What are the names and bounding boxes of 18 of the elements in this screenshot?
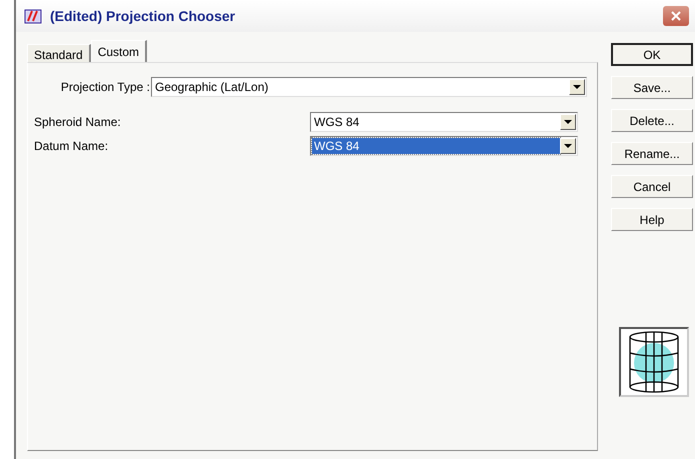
dropdown-field[interactable]: Geographic (Lat/Lon)	[151, 77, 587, 97]
app-icon	[24, 8, 42, 24]
window-title: (Edited) Projection Chooser	[50, 8, 236, 24]
field-label: Datum Name:	[34, 139, 110, 153]
dropdown-field[interactable]: WGS 84	[310, 136, 578, 156]
dialog-button[interactable]: Help	[611, 208, 693, 231]
field-label: Projection Type :	[60, 80, 150, 94]
tab[interactable]: Standard	[27, 44, 91, 62]
close-icon[interactable]	[663, 6, 689, 26]
dialog-button[interactable]: OK	[611, 43, 693, 66]
field-label: Spheroid Name:	[34, 115, 122, 129]
dropdown-field[interactable]: WGS 84	[310, 112, 578, 132]
dialog-button[interactable]: Rename...	[611, 142, 693, 165]
dialog-button[interactable]: Cancel	[611, 175, 693, 198]
dialog-button[interactable]: Delete...	[611, 109, 693, 132]
globe-cylinder-icon	[619, 327, 689, 397]
tab[interactable]: Custom	[90, 40, 148, 62]
dialog-button[interactable]: Save...	[611, 76, 693, 99]
